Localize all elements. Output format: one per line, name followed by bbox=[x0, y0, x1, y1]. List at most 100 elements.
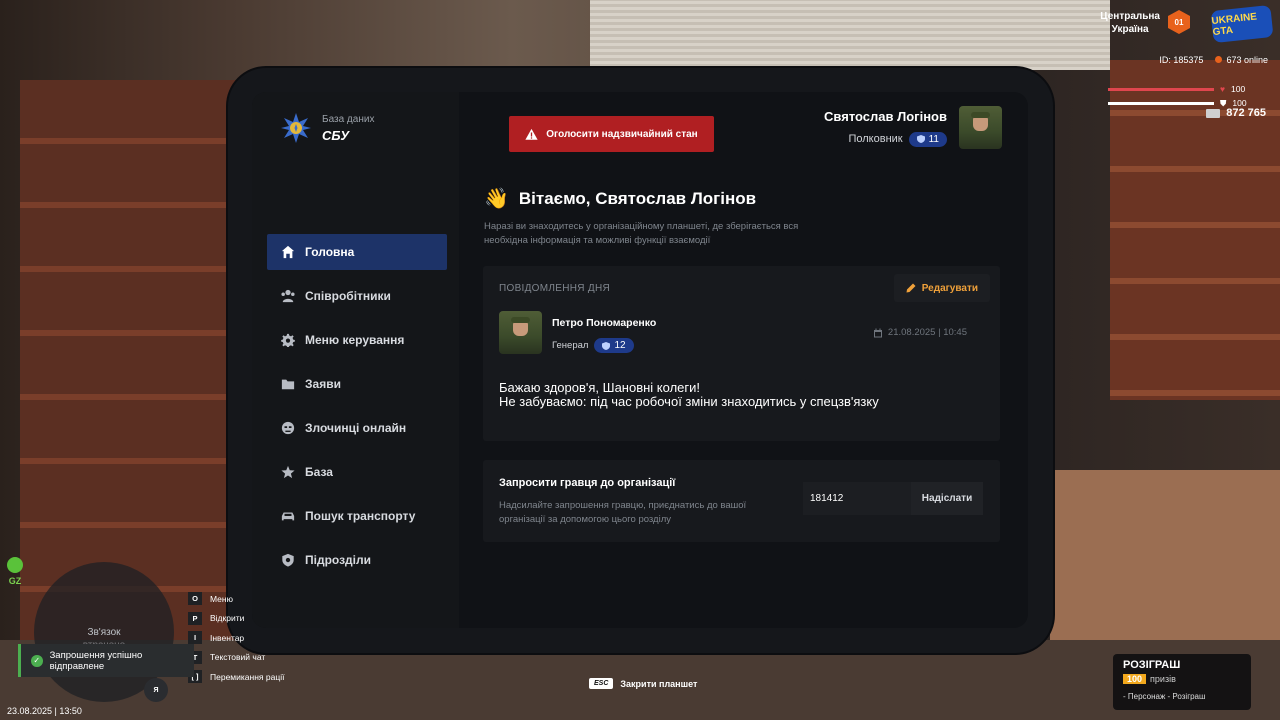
level-shield-icon bbox=[916, 135, 925, 143]
author-level-badge: 12 bbox=[594, 338, 634, 353]
sidebar-item-label: Співробітники bbox=[305, 289, 391, 303]
sbu-emblem-icon bbox=[281, 113, 311, 143]
keybind-label: Відкрити bbox=[210, 613, 245, 624]
motd-line-1: Бажаю здоров'я, Шановні колеги! bbox=[499, 380, 700, 395]
motd-line-2: Не забуваємо: під час робочої зміни знах… bbox=[499, 394, 879, 409]
greeting-text: Вітаємо, Святослав Логінов bbox=[518, 188, 757, 208]
sidebar-item-home[interactable]: Головна bbox=[267, 234, 447, 270]
online-dot-icon bbox=[1215, 56, 1223, 63]
sidebar-item-label: Злочинці онлайн bbox=[305, 421, 407, 435]
motd-date: 21.08.2025 | 10:45 bbox=[873, 327, 967, 338]
sidebar-item-label: Заяви bbox=[305, 377, 341, 391]
tablet-screen: База даних СБУ Головна Співробітники Мен… bbox=[252, 92, 1028, 628]
key-cap: P bbox=[188, 611, 202, 625]
sidebar-nav: Головна Співробітники Меню керування Зая… bbox=[267, 234, 447, 586]
wave-icon: 👋 bbox=[484, 188, 509, 210]
user-level-badge: 11 bbox=[908, 131, 947, 147]
server-info: ID: 185375 673 online bbox=[1159, 55, 1268, 65]
edit-label: Редагувати bbox=[921, 282, 978, 294]
keybind-label: Меню bbox=[210, 593, 233, 604]
user-level: 11 bbox=[928, 133, 939, 145]
raffle-hint: - Персонаж - Розіграш bbox=[1123, 692, 1206, 701]
motd-message: Бажаю здоров'я, Шановні колеги! Не забув… bbox=[499, 381, 879, 409]
raffle-prizes: 100 призів bbox=[1123, 674, 1176, 684]
raffle-word: призів bbox=[1150, 674, 1176, 684]
status-bars: ♥ 100 ⛊ 100 bbox=[1108, 82, 1247, 110]
user-name: Святослав Логінов bbox=[824, 108, 947, 124]
key-cap: I bbox=[188, 631, 202, 645]
level-shield-icon bbox=[602, 341, 611, 350]
armor-bar bbox=[1108, 101, 1214, 105]
armor-fill bbox=[1108, 101, 1214, 105]
player-id: ID: 185375 bbox=[1159, 55, 1204, 65]
key-cap: O bbox=[188, 592, 202, 606]
health-bar bbox=[1108, 87, 1214, 91]
sidebar-item-label: Меню керування bbox=[305, 333, 405, 347]
sidebar-item-vehicle-search[interactable]: Пошук транспорту bbox=[267, 498, 447, 534]
users-icon bbox=[281, 289, 295, 303]
edit-button[interactable]: Редагувати bbox=[893, 274, 990, 302]
user-rank: Полковник bbox=[848, 133, 903, 145]
motd-date-text: 21.08.2025 | 10:45 bbox=[887, 327, 967, 338]
success-toast: ✓ Запрошення успішно відправлене bbox=[18, 644, 194, 677]
date-time: 23.08.2025 | 13:50 bbox=[7, 706, 82, 716]
game-logo: UKRAINE GTA bbox=[1210, 4, 1274, 44]
region-line-2: Україна bbox=[1111, 24, 1149, 35]
raffle-widget[interactable]: РОЗІГРАШ 100 призів - Персонаж - Розігра… bbox=[1113, 654, 1251, 710]
raffle-count: 100 bbox=[1123, 674, 1147, 684]
criminal-icon bbox=[281, 421, 295, 435]
sidebar: База даних СБУ Головна Співробітники Мен… bbox=[252, 92, 459, 628]
online-count: 673 online bbox=[1226, 55, 1268, 65]
sidebar-item-employees[interactable]: Співробітники bbox=[267, 278, 447, 314]
sidebar-item-label: Підрозділи bbox=[305, 553, 371, 567]
sidebar-item-label: База bbox=[305, 465, 333, 479]
region-line-1: Центральна bbox=[1100, 11, 1160, 22]
close-tablet-label: Закрити планшет bbox=[620, 678, 698, 689]
online-count-wrap: 673 online bbox=[1215, 55, 1268, 65]
keybind-label: Перемикання рації bbox=[210, 671, 285, 682]
warning-icon bbox=[525, 128, 538, 140]
keybind-hints: O Меню P Відкрити I Інвентар T Текстовий чат… bbox=[188, 589, 284, 687]
motd-label: ПОВІДОМЛЕННЯ ДНЯ bbox=[499, 283, 610, 294]
sidebar-item-control-menu[interactable]: Меню керування bbox=[267, 322, 447, 358]
green-zone-shield-icon bbox=[7, 557, 23, 573]
keybind-row: T Текстовий чат bbox=[188, 648, 284, 668]
calendar-icon bbox=[873, 328, 882, 337]
author-level: 12 bbox=[614, 340, 626, 351]
greeting: 👋 Вітаємо, Святослав Логінов bbox=[484, 186, 756, 211]
star-icon bbox=[281, 465, 295, 479]
pencil-icon bbox=[906, 283, 916, 293]
author-avatar bbox=[499, 311, 542, 354]
gear-icon bbox=[281, 333, 295, 347]
emergency-state-button[interactable]: Оголосити надзвичайний стан bbox=[509, 116, 714, 152]
author-rank: Генерал bbox=[552, 340, 589, 351]
health-value: 100 bbox=[1231, 84, 1246, 94]
green-zone-label: GZ bbox=[8, 576, 22, 586]
user-profile: Святослав Логінов Полковник 11 bbox=[824, 106, 1002, 149]
raffle-title: РОЗІГРАШ bbox=[1123, 659, 1181, 671]
invite-player-id-input[interactable] bbox=[803, 482, 911, 515]
invite-title: Запросити гравця до організації bbox=[499, 477, 676, 489]
user-avatar bbox=[959, 106, 1002, 149]
sidebar-item-divisions[interactable]: Підрозділи bbox=[267, 542, 447, 578]
toast-message: Запрошення успішно відправлене bbox=[49, 649, 143, 672]
minimap-status-line-1: Зв'язок bbox=[87, 627, 121, 638]
microphone-icon: Я bbox=[144, 678, 168, 702]
health-row: ♥ 100 bbox=[1108, 82, 1247, 96]
keybind-row: [ ] Перемикання рації bbox=[188, 667, 284, 687]
keybind-row: I Інвентар bbox=[188, 628, 284, 648]
sidebar-item-label: Пошук транспорту bbox=[305, 509, 416, 523]
sidebar-item-criminals-online[interactable]: Злочинці онлайн bbox=[267, 410, 447, 446]
sidebar-item-applications[interactable]: Заяви bbox=[267, 366, 447, 402]
message-of-the-day-card: ПОВІДОМЛЕННЯ ДНЯ Редагувати Петро Понома… bbox=[483, 266, 1000, 441]
money-value: 872 765 bbox=[1226, 107, 1266, 119]
keybind-label: Текстовий чат bbox=[210, 652, 266, 663]
heart-icon: ♥ bbox=[1220, 84, 1226, 94]
folder-icon bbox=[281, 379, 295, 390]
car-icon bbox=[281, 512, 295, 521]
send-invite-button[interactable]: Надіслати bbox=[911, 482, 983, 515]
brand: База даних СБУ bbox=[280, 112, 374, 144]
bookshelf-left bbox=[20, 80, 240, 640]
invite-description: Надсилайте запрошення гравцю, приєднатис… bbox=[499, 500, 747, 525]
sidebar-item-base[interactable]: База bbox=[267, 454, 447, 490]
